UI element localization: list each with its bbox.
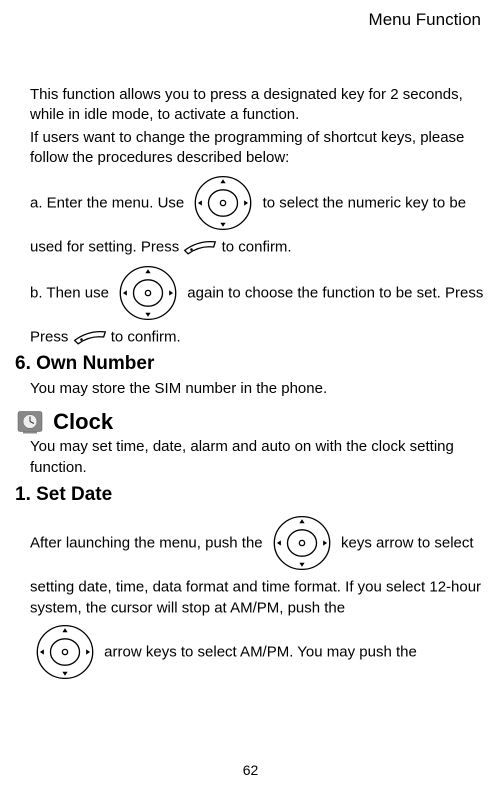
own-number-heading: 6. Own Number [15,353,486,375]
page-number: 62 [0,762,501,778]
intro-paragraph-2: If users want to change the programming … [30,128,486,169]
page-header: Menu Function [15,10,486,30]
set-date-text-3: arrow keys to select AM/PM. You may push… [104,643,417,660]
clock-body: You may set time, date, alarm and auto o… [30,437,486,478]
page-body: This function allows you to press a desi… [15,85,486,685]
clock-heading: Clock [53,409,113,435]
step-a-text-3: to confirm. [222,239,292,256]
step-b-text-2b: Press [30,328,73,345]
clock-heading-row: Clock [15,407,486,437]
softkey-icon [183,238,217,256]
step-b-text-1: b. Then use [30,284,113,301]
set-date-text-1: After launching the menu, push the [30,534,267,551]
dpad-icon [30,619,100,685]
step-a-text-1: a. Enter the menu. Use [30,195,188,212]
dpad-icon [113,260,183,326]
intro-paragraph-1: This function allows you to press a desi… [30,85,486,126]
step-a: a. Enter the menu. Use to select the num… [30,170,486,258]
own-number-body: You may store the SIM number in the phon… [30,379,486,399]
softkey-icon [73,328,107,346]
set-date-heading: 1. Set Date [15,484,486,506]
dpad-icon [267,510,337,576]
step-b-text-3: to confirm. [111,328,181,345]
step-b: b. Then use again to choose the function… [30,260,486,348]
set-date-body: After launching the menu, push the keys … [30,510,486,685]
step-b-text-2: again to choose the function to be set. … [187,284,483,301]
dpad-icon [188,170,258,236]
clock-icon [15,407,45,437]
